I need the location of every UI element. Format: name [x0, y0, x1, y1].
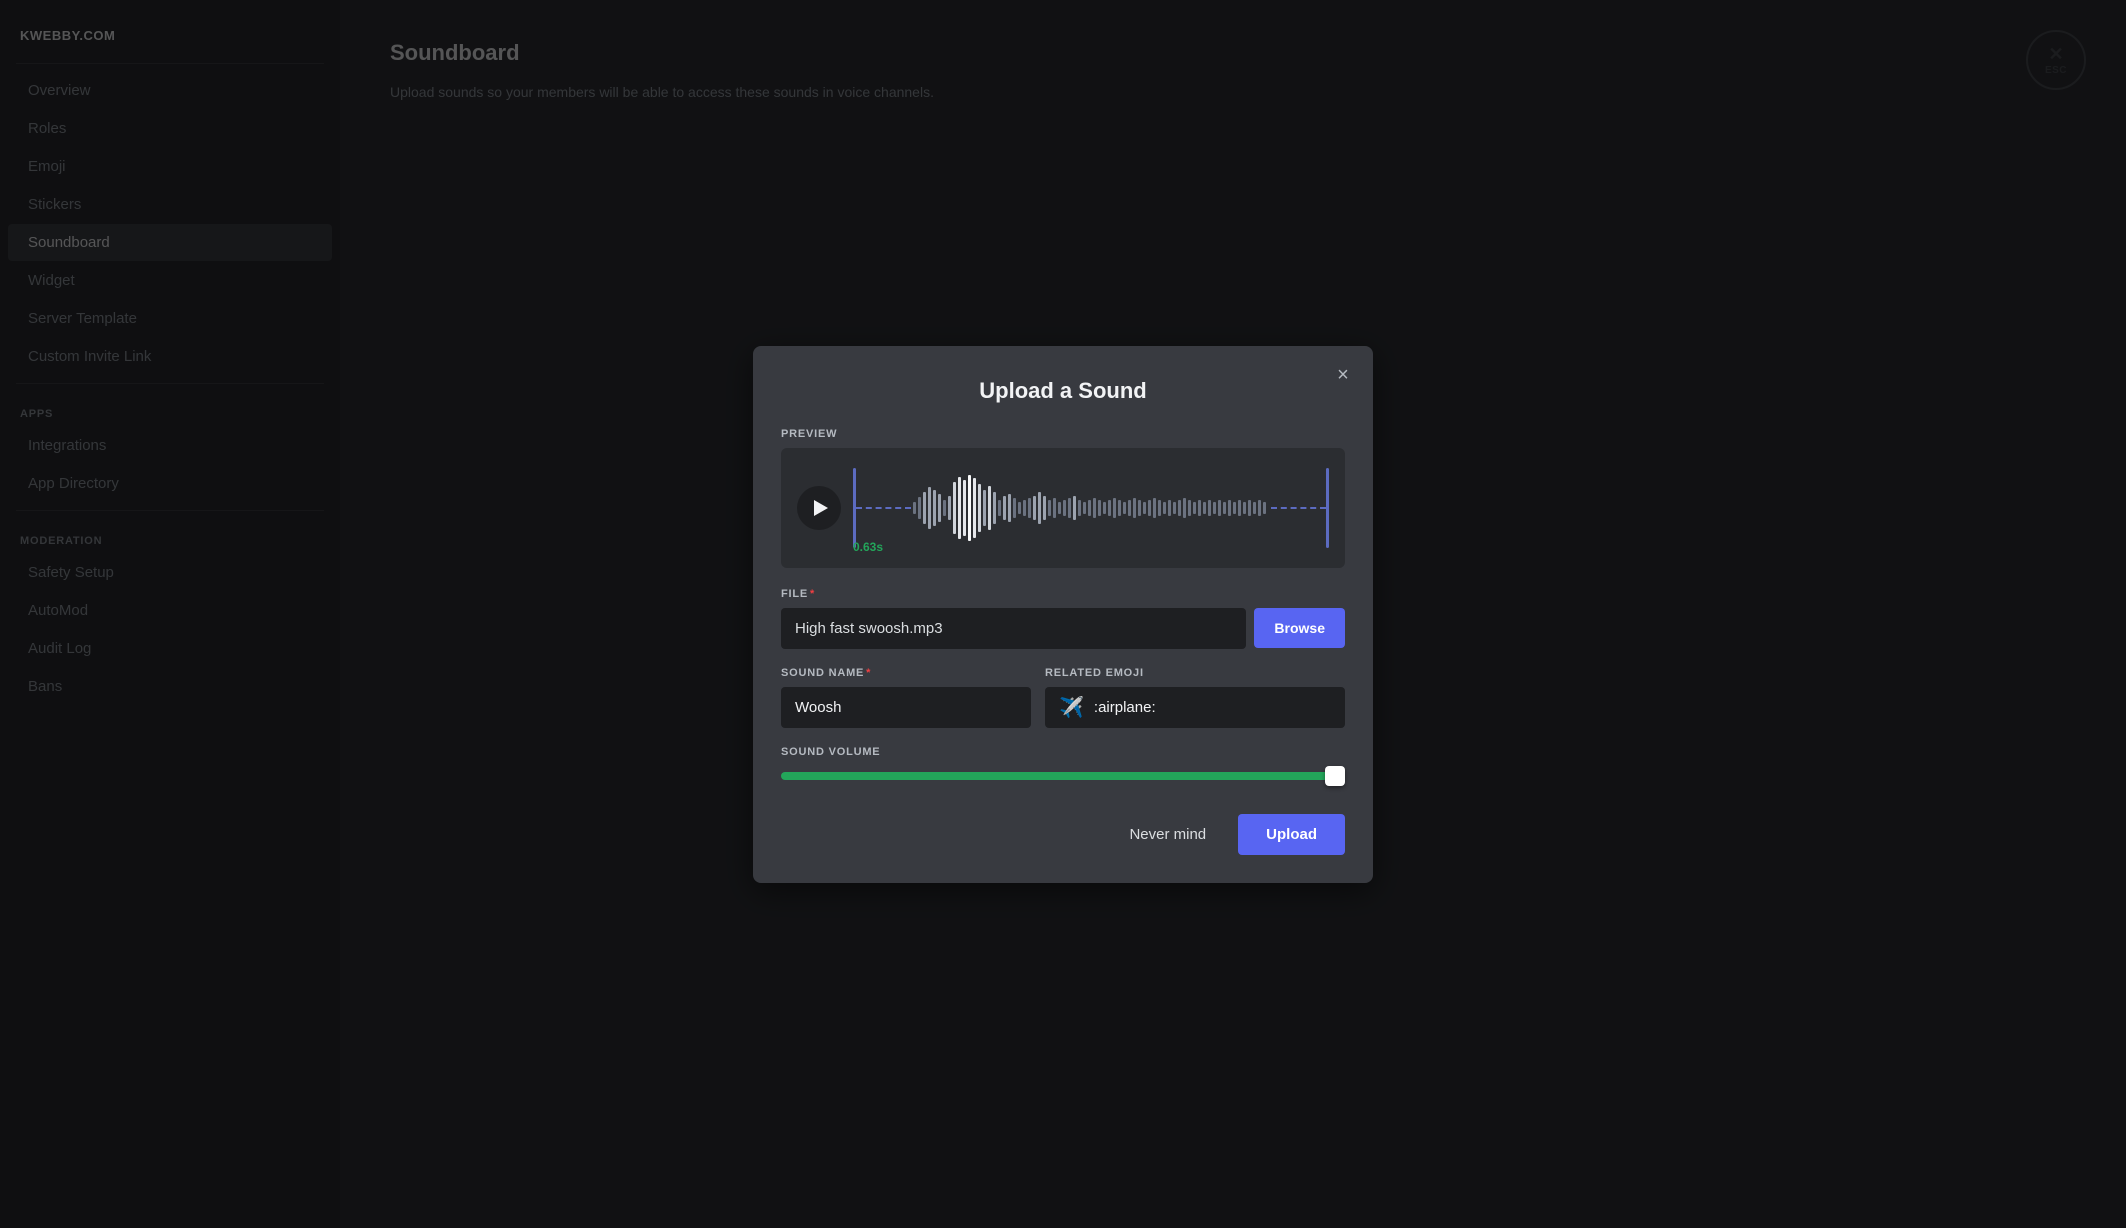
preview-section: PREVIEW	[781, 428, 1345, 568]
file-input-row: Browse	[781, 608, 1345, 649]
sound-name-field: SOUND NAME*	[781, 667, 1031, 728]
waveform-right-handle[interactable]	[1326, 468, 1329, 548]
modal-overlay: × Upload a Sound PREVIEW	[0, 0, 2126, 1228]
emoji-label: RELATED EMOJI	[1045, 667, 1345, 679]
upload-sound-modal: × Upload a Sound PREVIEW	[753, 346, 1373, 883]
file-section: FILE* Browse	[781, 588, 1345, 649]
waveform-dotted-right	[1271, 507, 1326, 509]
waveform-canvas	[853, 460, 1329, 556]
file-required: *	[810, 588, 815, 600]
volume-label: SOUND VOLUME	[781, 746, 1345, 758]
waveform-dotted-left	[856, 507, 911, 509]
sound-name-required: *	[866, 667, 871, 679]
file-name-input[interactable]	[781, 608, 1246, 649]
browse-button[interactable]: Browse	[1254, 608, 1345, 648]
emoji-field: RELATED EMOJI ✈️ :airplane:	[1045, 667, 1345, 728]
never-mind-button[interactable]: Never mind	[1113, 816, 1222, 853]
emoji-icon: ✈️	[1059, 695, 1084, 720]
waveform-container: 0.63s	[781, 448, 1345, 568]
volume-section: SOUND VOLUME	[781, 746, 1345, 786]
emoji-text: :airplane:	[1094, 687, 1156, 728]
name-emoji-row: SOUND NAME* RELATED EMOJI ✈️ :airplane:	[781, 667, 1345, 728]
play-button[interactable]	[797, 486, 841, 530]
sound-name-label: SOUND NAME*	[781, 667, 1031, 679]
volume-thumb[interactable]	[1325, 766, 1345, 786]
sound-name-input[interactable]	[781, 687, 1031, 728]
modal-actions: Never mind Upload	[781, 814, 1345, 855]
preview-label: PREVIEW	[781, 428, 1345, 440]
time-label: 0.63s	[853, 540, 883, 554]
volume-slider-container[interactable]	[781, 766, 1345, 786]
upload-button[interactable]: Upload	[1238, 814, 1345, 855]
emoji-input-row[interactable]: ✈️ :airplane:	[1045, 687, 1345, 728]
play-icon	[814, 500, 828, 516]
volume-track	[781, 772, 1345, 780]
modal-close-button[interactable]: ×	[1329, 362, 1357, 390]
waveform-svg	[911, 472, 1271, 544]
main-content: Soundboard Upload sounds so your members…	[340, 0, 2126, 1228]
file-label: FILE*	[781, 588, 1345, 600]
modal-close-icon: ×	[1337, 364, 1349, 387]
modal-title: Upload a Sound	[781, 378, 1345, 404]
